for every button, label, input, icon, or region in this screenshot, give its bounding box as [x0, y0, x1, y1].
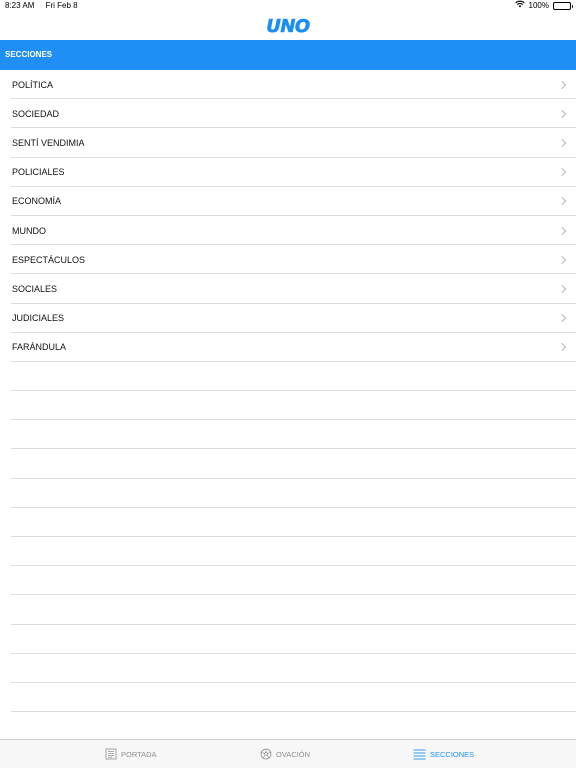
tab-bar: PORTADA OVACIÓN SECCIONES [0, 739, 576, 768]
tab-ovacin[interactable]: OVACIÓN [260, 740, 310, 768]
status-left: 8:23 AM Fri Feb 8 [5, 0, 78, 12]
newspaper-icon [105, 748, 117, 760]
section-label: SENTÍ VENDIMIA [12, 137, 85, 148]
empty-row [0, 391, 576, 421]
battery-percent: 100% [528, 1, 549, 10]
section-row[interactable]: SOCIALES [0, 274, 576, 304]
section-row[interactable]: JUDICIALES [0, 304, 576, 333]
empty-row [0, 508, 576, 538]
tab-secciones[interactable]: SECCIONES [413, 740, 474, 768]
chevron-right-icon [557, 109, 567, 119]
section-row[interactable]: FARÁNDULA [0, 333, 576, 363]
section-row[interactable]: MUNDO [0, 216, 576, 246]
battery-icon [553, 2, 573, 10]
section-row[interactable]: POLÍTICA [0, 70, 576, 100]
section-row[interactable]: POLICIALES [0, 158, 576, 187]
empty-row [0, 420, 576, 450]
empty-row [0, 595, 576, 625]
chevron-right-icon [557, 255, 567, 264]
section-label: FARÁNDULA [12, 342, 67, 353]
list-icon [413, 748, 426, 760]
empty-row [0, 654, 576, 684]
chevron-right-icon [557, 313, 567, 323]
chevron-right-icon [557, 226, 567, 235]
section-label: POLICIALES [12, 167, 65, 178]
section-label: MUNDO [12, 225, 46, 236]
status-right: 100% [514, 0, 573, 12]
empty-row [0, 537, 576, 567]
section-label: SOCIALES [12, 283, 58, 294]
status-bar: 8:23 AM Fri Feb 8 100% [0, 0, 576, 12]
section-label: JUDICIALES [12, 313, 65, 324]
empty-row [0, 683, 576, 713]
chevron-right-icon [557, 167, 567, 177]
empty-row [0, 712, 576, 740]
empty-row [0, 566, 576, 596]
status-time: 8:23 AM [5, 1, 35, 10]
app-logo: UNO [266, 15, 311, 37]
tab-label: PORTADA [121, 749, 157, 759]
chevron-right-icon [557, 343, 567, 352]
chevron-right-icon [557, 80, 567, 89]
section-row[interactable]: ESPECTÁCULOS [0, 245, 576, 275]
tab-label: OVACIÓN [276, 749, 311, 759]
section-label: ECONOMÍA [12, 196, 62, 207]
section-row[interactable]: SENTÍ VENDIMIA [0, 128, 576, 158]
chevron-right-icon [557, 197, 567, 206]
navigation-bar: UNO [0, 12, 576, 40]
soccer-ball-icon [260, 748, 272, 760]
section-label: POLÍTICA [12, 79, 54, 90]
chevron-right-icon [557, 284, 567, 294]
wifi-icon [514, 0, 525, 12]
status-date: Fri Feb 8 [45, 1, 78, 10]
section-label: ESPECTÁCULOS [12, 254, 86, 265]
empty-row [0, 362, 576, 392]
empty-row [0, 479, 576, 509]
tab-portada[interactable]: PORTADA [105, 740, 157, 768]
chevron-right-icon [557, 138, 567, 148]
empty-row [0, 449, 576, 479]
section-row[interactable]: SOCIEDAD [0, 99, 576, 129]
section-label: SOCIEDAD [12, 108, 60, 119]
empty-row [0, 625, 576, 654]
section-header: SECCIONES [0, 40, 576, 70]
tab-label: SECCIONES [430, 749, 475, 759]
section-row[interactable]: ECONOMÍA [0, 187, 576, 217]
section-list: POLÍTICA SOCIEDAD SENTÍ VENDIMIA POLICIALES… [0, 70, 576, 740]
